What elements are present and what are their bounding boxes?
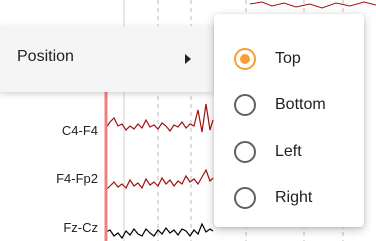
- option-label: Bottom: [275, 96, 326, 113]
- option-left[interactable]: Left: [214, 131, 364, 177]
- option-label: Top: [275, 50, 301, 67]
- radio-selected-icon[interactable]: [234, 48, 256, 70]
- option-bottom[interactable]: Bottom: [214, 84, 364, 130]
- position-submenu: Top Bottom Left Right: [214, 14, 364, 227]
- trace-f4-fp2: [105, 168, 214, 191]
- trace-c4-f4: [105, 103, 214, 133]
- option-label: Right: [275, 189, 313, 206]
- channel-label: Fz-Cz: [63, 220, 98, 235]
- radio-unselected-icon[interactable]: [234, 94, 256, 116]
- option-right[interactable]: Right: [214, 177, 364, 223]
- position-menu-item[interactable]: Position: [0, 26, 213, 92]
- channel-label: C4-F4: [61, 123, 98, 138]
- context-menu: Position: [0, 26, 213, 92]
- radio-unselected-icon[interactable]: [234, 187, 256, 209]
- chevron-right-icon: [185, 54, 191, 64]
- position-menu-label: Position: [17, 48, 74, 65]
- trace-fz-cz: [105, 222, 214, 240]
- radio-unselected-icon[interactable]: [234, 141, 256, 163]
- trace-top: [249, 1, 376, 9]
- channel-label: F4-Fp2: [56, 171, 98, 186]
- option-top[interactable]: Top: [214, 38, 364, 84]
- option-label: Left: [275, 143, 302, 160]
